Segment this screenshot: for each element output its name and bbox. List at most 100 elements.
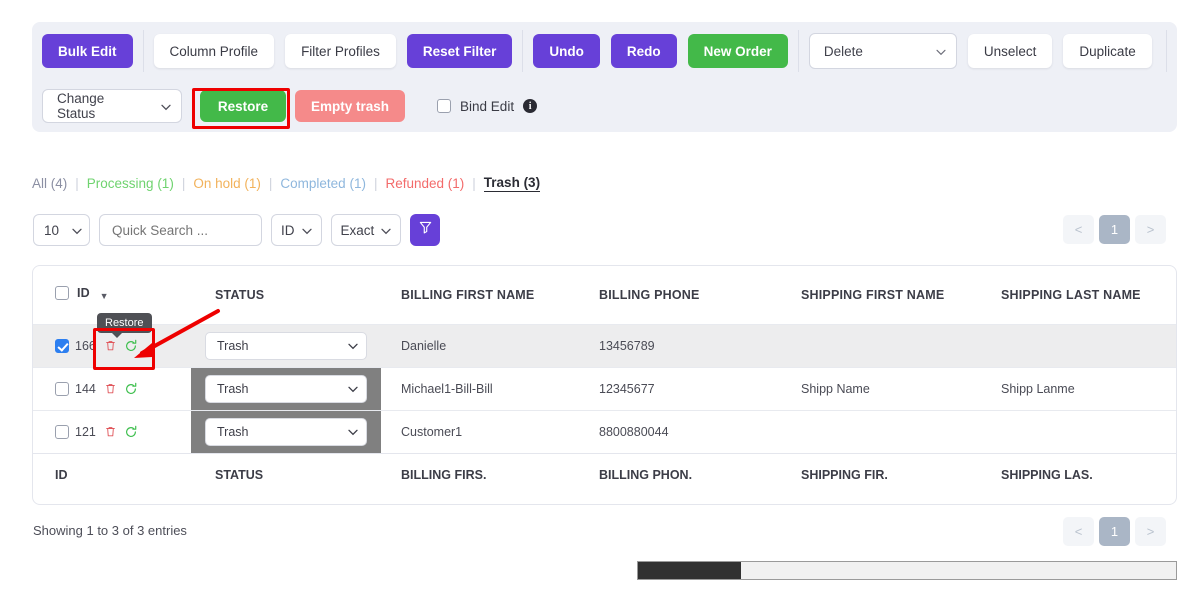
trash-icon[interactable] xyxy=(103,381,118,396)
chevron-down-icon xyxy=(347,383,358,394)
match-mode-select[interactable]: Exact xyxy=(330,214,402,246)
link-separator: | xyxy=(472,176,476,191)
cell-id: 121 xyxy=(33,409,191,453)
header-status[interactable]: STATUS xyxy=(191,266,381,324)
link-separator: | xyxy=(268,176,273,191)
pagination-page-1-bottom[interactable]: 1 xyxy=(1099,517,1130,546)
status-filter-links: All (4) | Processing (1) | On hold (1) |… xyxy=(32,175,541,192)
scrollbar-thumb[interactable] xyxy=(638,562,741,579)
header-shipping-first-name[interactable]: SHIPPING FIRST NAME xyxy=(779,266,979,324)
bind-edit-control[interactable]: Bind Edit i xyxy=(437,98,538,114)
trash-icon[interactable] xyxy=(103,338,118,353)
table-row[interactable]: 144 Trash Michael1-Bill-Bill 12345677 Sh… xyxy=(33,366,1176,410)
entries-summary: Showing 1 to 3 of 3 entries xyxy=(33,523,187,538)
pagination-page-1-top[interactable]: 1 xyxy=(1099,215,1130,244)
pagination-bottom: < 1 > xyxy=(1063,517,1166,546)
empty-trash-button[interactable]: Empty trash xyxy=(295,90,406,122)
row-status-select[interactable]: Trash xyxy=(205,331,367,360)
select-all-checkbox[interactable] xyxy=(55,286,69,301)
undo-button[interactable]: Undo xyxy=(533,34,600,68)
row-id-group: 166 xyxy=(33,338,190,353)
table-head: ID ▼ STATUS BILLING FIRST NAME BILLING P… xyxy=(33,266,1176,324)
restore-icon[interactable] xyxy=(124,381,139,396)
bind-edit-checkbox[interactable] xyxy=(437,99,452,113)
pagination-prev-bottom[interactable]: < xyxy=(1063,517,1094,546)
row-id-value: 144 xyxy=(75,381,96,396)
status-link-trash[interactable]: Trash (3) xyxy=(483,175,541,192)
page-length-select[interactable]: 10 xyxy=(33,214,90,246)
pagination-prev-top[interactable]: < xyxy=(1063,215,1094,244)
row-id-group: 144 xyxy=(33,381,190,396)
row-select-checkbox[interactable] xyxy=(55,381,69,396)
search-input[interactable] xyxy=(99,214,262,246)
status-link-on-hold[interactable]: On hold (1) xyxy=(193,176,261,191)
delete-action-value: Delete xyxy=(823,43,863,59)
restore-icon[interactable] xyxy=(124,338,139,353)
status-link-refunded[interactable]: Refunded (1) xyxy=(385,176,464,191)
bind-edit-label: Bind Edit xyxy=(460,98,515,114)
orders-table-card: ID ▼ STATUS BILLING FIRST NAME BILLING P… xyxy=(32,265,1177,505)
sort-desc-icon[interactable]: ▼ xyxy=(100,291,109,301)
match-mode-value: Exact xyxy=(340,222,375,238)
chevron-down-icon xyxy=(935,46,946,57)
status-link-all[interactable]: All (4) xyxy=(32,176,67,191)
bulk-edit-button[interactable]: Bulk Edit xyxy=(42,34,133,68)
status-link-processing[interactable]: Processing (1) xyxy=(87,176,174,191)
pagination-next-top[interactable]: > xyxy=(1135,215,1166,244)
footer-billing-phone: BILLING PHON. xyxy=(581,452,779,496)
table-body: 166 Trash Danielle 13456789 144 Trash Mi… xyxy=(33,323,1176,453)
table-row[interactable]: 166 Trash Danielle 13456789 xyxy=(33,323,1176,367)
search-column-select[interactable]: ID xyxy=(271,214,322,246)
status-link-completed[interactable]: Completed (1) xyxy=(280,176,366,191)
reset-filter-button[interactable]: Reset Filter xyxy=(406,34,513,68)
row-status-select[interactable]: Trash xyxy=(205,417,367,446)
toolbar-divider xyxy=(797,30,799,72)
funnel-icon xyxy=(418,220,433,240)
filter-profiles-button[interactable]: Filter Profiles xyxy=(285,34,396,68)
footer-status: STATUS xyxy=(191,452,381,496)
apply-filter-button[interactable] xyxy=(410,214,441,246)
pagination-top: < 1 > xyxy=(1063,215,1166,244)
unselect-button[interactable]: Unselect xyxy=(967,34,1053,68)
new-order-button[interactable]: New Order xyxy=(687,34,788,68)
cell-billing-first-name: Danielle xyxy=(381,323,581,367)
header-billing-first-name[interactable]: BILLING FIRST NAME xyxy=(381,266,581,324)
cell-id: 144 xyxy=(33,366,191,410)
horizontal-scrollbar[interactable] xyxy=(637,561,1177,580)
chevron-down-icon xyxy=(301,225,312,236)
cell-shipping-last-name: Shipp Lanme xyxy=(979,366,1176,410)
row-status-select[interactable]: Trash xyxy=(205,374,367,403)
page-root: Bulk Edit Column Profile Filter Profiles… xyxy=(0,0,1200,590)
row-status-value: Trash xyxy=(217,381,249,396)
chevron-down-icon xyxy=(160,101,171,112)
duplicate-button[interactable]: Duplicate xyxy=(1063,34,1152,68)
cell-shipping-last-name xyxy=(979,409,1176,453)
table-footer-row: ID STATUS BILLING FIRS. BILLING PHON. SH… xyxy=(33,452,1176,496)
row-select-checkbox[interactable] xyxy=(55,338,69,353)
footer-shipping-last-name: SHIPPING LAS. xyxy=(979,452,1176,496)
info-icon[interactable]: i xyxy=(523,99,538,113)
column-profile-button[interactable]: Column Profile xyxy=(153,34,275,68)
restore-icon[interactable] xyxy=(124,424,139,439)
toolbar-group-history: Undo Redo New Order xyxy=(533,34,788,68)
change-status-select[interactable]: Change Status xyxy=(42,89,182,123)
delete-action-select[interactable]: Delete xyxy=(808,33,957,69)
trash-icon[interactable] xyxy=(103,424,118,439)
pagination-next-bottom[interactable]: > xyxy=(1135,517,1166,546)
table-row[interactable]: 121 Trash Customer1 8800880044 xyxy=(33,409,1176,453)
row-id-value: 166 xyxy=(75,338,96,353)
cell-billing-phone: 12345677 xyxy=(581,366,779,410)
footer-billing-first-name: BILLING FIRS. xyxy=(381,452,581,496)
restore-button[interactable]: Restore xyxy=(200,90,286,122)
redo-button[interactable]: Redo xyxy=(610,34,677,68)
header-shipping-last-name[interactable]: SHIPPING LAST NAME xyxy=(979,266,1176,324)
toolbar-panel: Bulk Edit Column Profile Filter Profiles… xyxy=(32,22,1177,132)
toolbar-divider xyxy=(1165,30,1167,72)
row-status-value: Trash xyxy=(217,424,249,439)
header-billing-phone[interactable]: BILLING PHONE xyxy=(581,266,779,324)
cell-status: Trash xyxy=(191,409,381,453)
toolbar-divider xyxy=(142,30,144,72)
cell-status: Trash xyxy=(191,323,381,367)
row-select-checkbox[interactable] xyxy=(55,424,69,439)
page-length-value: 10 xyxy=(44,222,60,238)
